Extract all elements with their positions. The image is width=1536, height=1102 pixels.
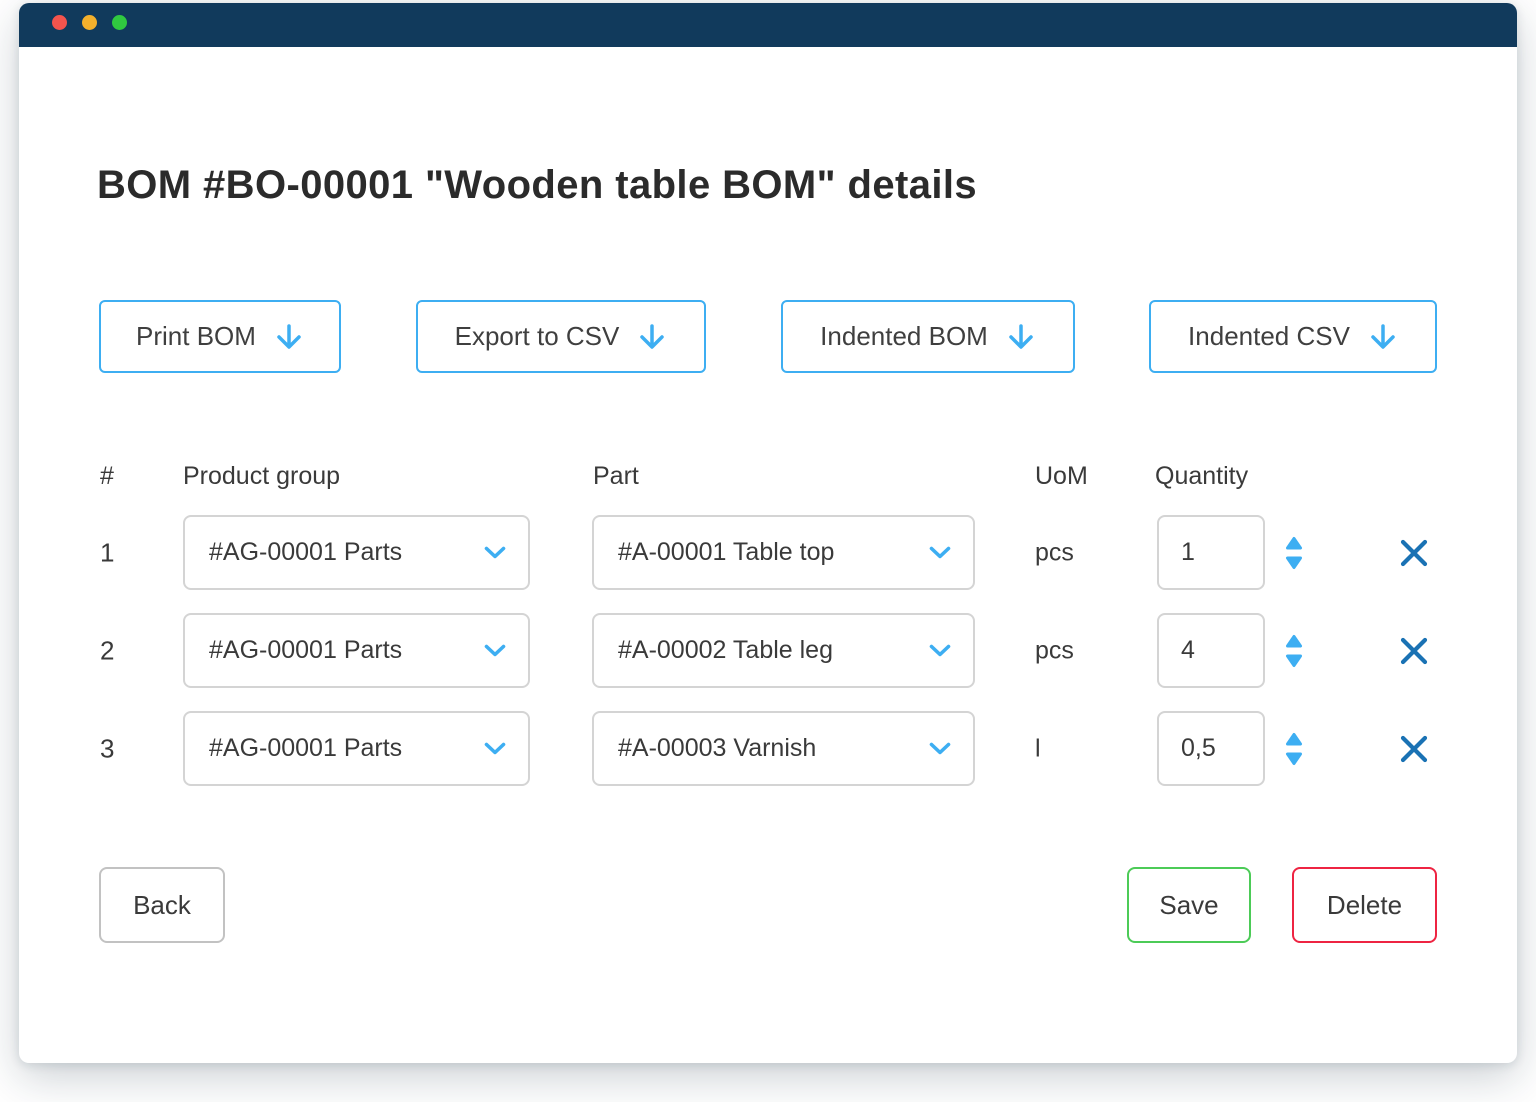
quantity-stepper[interactable] xyxy=(1285,536,1303,570)
back-button[interactable]: Back xyxy=(99,867,225,943)
minimize-window-button[interactable] xyxy=(82,15,97,30)
indented-bom-label: Indented BOM xyxy=(820,321,988,352)
part-select[interactable]: #A-00003 Varnish xyxy=(592,711,975,786)
delete-label: Delete xyxy=(1327,890,1402,921)
chevron-down-icon xyxy=(484,546,506,560)
product-group-value: #AG-00001 Parts xyxy=(209,636,402,665)
save-button[interactable]: Save xyxy=(1127,867,1251,943)
screenshot-stage: BOM #BO-00001 "Wooden table BOM" details… xyxy=(0,0,1536,1102)
quantity-input[interactable] xyxy=(1157,613,1265,688)
product-group-value: #AG-00001 Parts xyxy=(209,538,402,567)
header-product-group: Product group xyxy=(183,462,340,491)
table-row: 2 #AG-00001 Parts #A-00002 Table leg pcs xyxy=(19,613,1517,688)
stepper-up-down-icon xyxy=(1285,634,1303,668)
app-window: BOM #BO-00001 "Wooden table BOM" details… xyxy=(19,3,1517,1063)
close-x-icon xyxy=(1398,635,1430,667)
uom-value: pcs xyxy=(1035,538,1074,567)
header-uom: UoM xyxy=(1035,462,1088,491)
chevron-down-icon xyxy=(929,644,951,658)
quantity-input[interactable] xyxy=(1157,515,1265,590)
product-group-select[interactable]: #AG-00001 Parts xyxy=(183,515,530,590)
part-value: #A-00003 Varnish xyxy=(618,734,816,763)
table-row: 1 #AG-00001 Parts #A-00001 Table top pcs xyxy=(19,515,1517,590)
export-csv-button[interactable]: Export to CSV xyxy=(416,300,706,373)
remove-row-button[interactable] xyxy=(1398,635,1430,667)
header-part: Part xyxy=(593,462,639,491)
indented-bom-button[interactable]: Indented BOM xyxy=(781,300,1075,373)
remove-row-button[interactable] xyxy=(1398,537,1430,569)
product-group-select[interactable]: #AG-00001 Parts xyxy=(183,711,530,786)
download-icon xyxy=(1368,321,1398,353)
download-icon xyxy=(637,321,667,353)
quantity-stepper[interactable] xyxy=(1285,634,1303,668)
download-icon xyxy=(1006,321,1036,353)
quantity-input[interactable] xyxy=(1157,711,1265,786)
window-titlebar xyxy=(19,3,1517,47)
part-select[interactable]: #A-00002 Table leg xyxy=(592,613,975,688)
chevron-down-icon xyxy=(929,546,951,560)
chevron-down-icon xyxy=(484,644,506,658)
stepper-up-down-icon xyxy=(1285,732,1303,766)
delete-button[interactable]: Delete xyxy=(1292,867,1437,943)
download-icon xyxy=(274,321,304,353)
export-csv-label: Export to CSV xyxy=(455,321,620,352)
uom-value: l xyxy=(1035,734,1041,763)
table-row: 3 #AG-00001 Parts #A-00003 Varnish l xyxy=(19,711,1517,786)
print-bom-label: Print BOM xyxy=(136,321,256,352)
part-value: #A-00002 Table leg xyxy=(618,636,833,665)
row-index: 1 xyxy=(100,537,114,568)
page-title: BOM #BO-00001 "Wooden table BOM" details xyxy=(97,163,977,208)
close-window-button[interactable] xyxy=(52,15,67,30)
print-bom-button[interactable]: Print BOM xyxy=(99,300,341,373)
stepper-up-down-icon xyxy=(1285,536,1303,570)
quantity-stepper[interactable] xyxy=(1285,732,1303,766)
chevron-down-icon xyxy=(484,742,506,756)
row-index: 2 xyxy=(100,635,114,666)
part-value: #A-00001 Table top xyxy=(618,538,834,567)
chevron-down-icon xyxy=(929,742,951,756)
part-select[interactable]: #A-00001 Table top xyxy=(592,515,975,590)
close-x-icon xyxy=(1398,537,1430,569)
indented-csv-button[interactable]: Indented CSV xyxy=(1149,300,1437,373)
row-index: 3 xyxy=(100,733,114,764)
product-group-select[interactable]: #AG-00001 Parts xyxy=(183,613,530,688)
close-x-icon xyxy=(1398,733,1430,765)
indented-csv-label: Indented CSV xyxy=(1188,321,1350,352)
product-group-value: #AG-00001 Parts xyxy=(209,734,402,763)
back-label: Back xyxy=(133,890,191,921)
header-quantity: Quantity xyxy=(1155,462,1248,491)
uom-value: pcs xyxy=(1035,636,1074,665)
save-label: Save xyxy=(1159,890,1218,921)
zoom-window-button[interactable] xyxy=(112,15,127,30)
remove-row-button[interactable] xyxy=(1398,733,1430,765)
header-index: # xyxy=(100,462,114,491)
